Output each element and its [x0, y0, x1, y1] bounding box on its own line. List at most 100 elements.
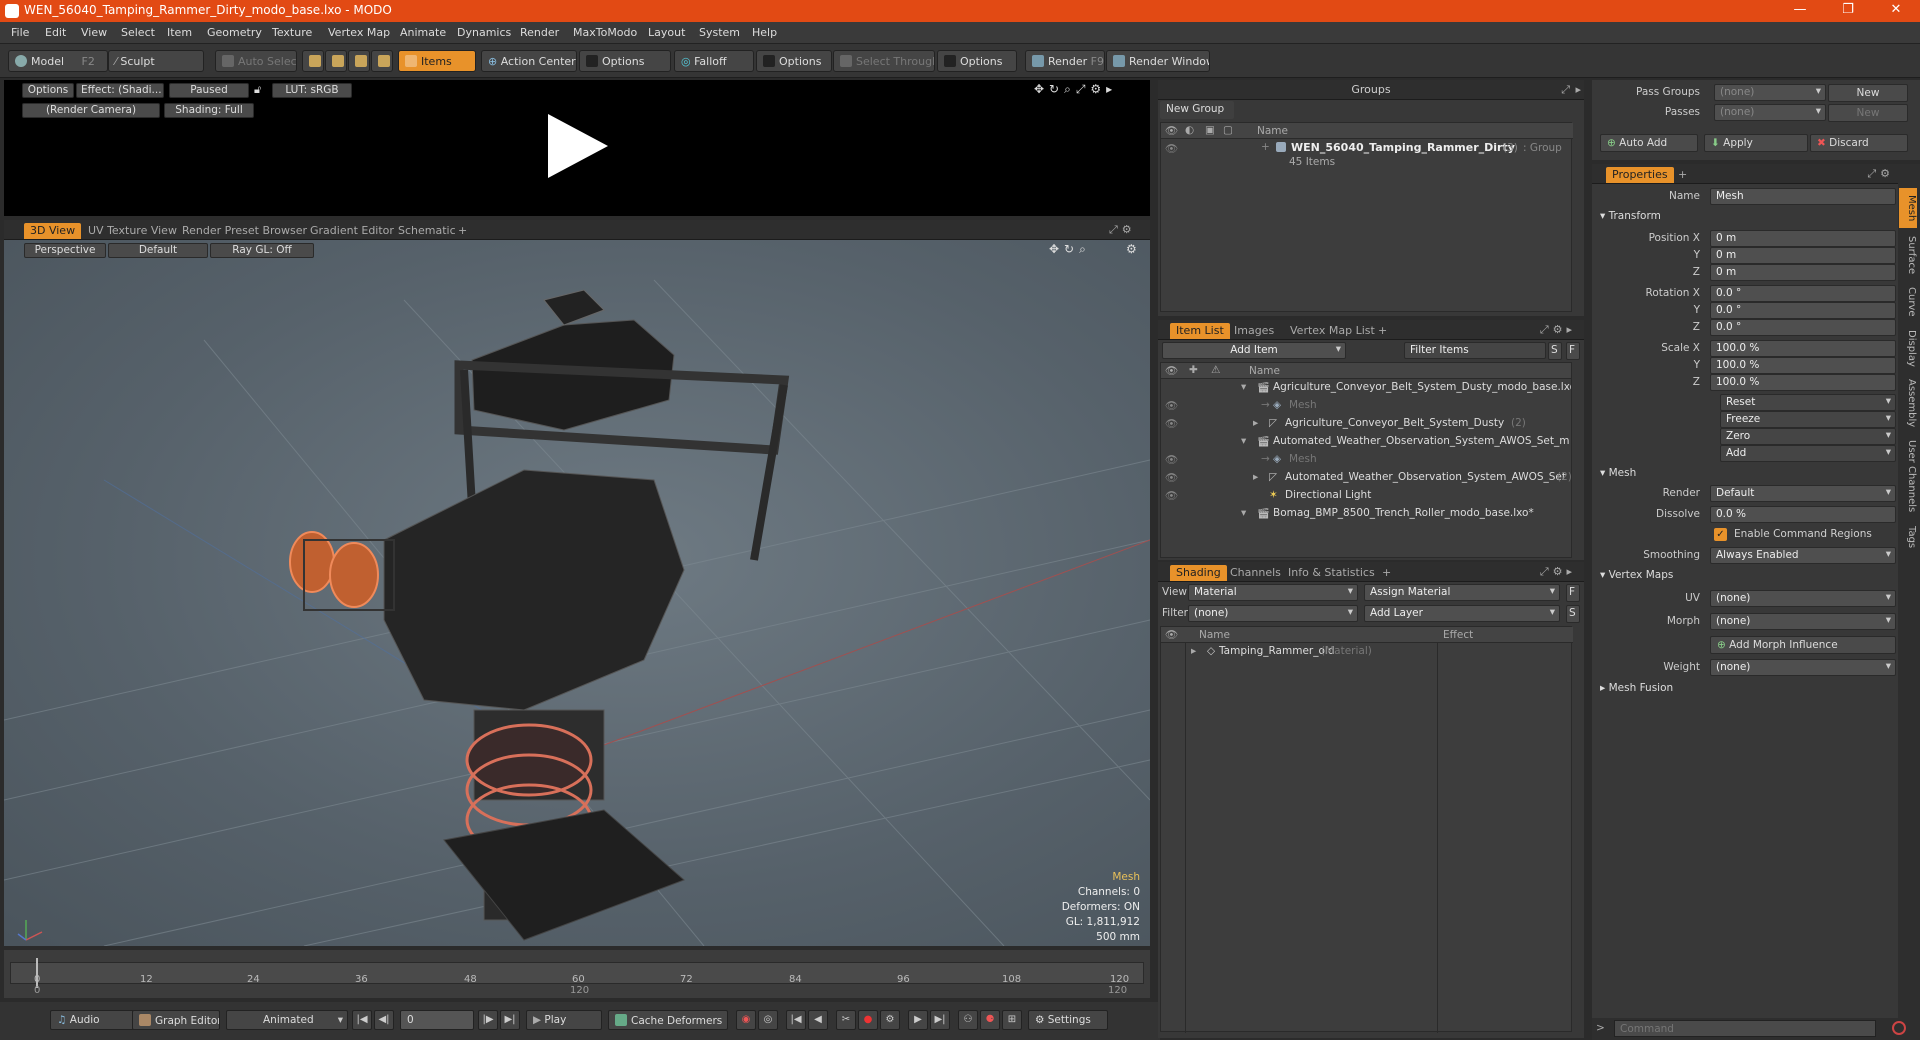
auto-key-icon[interactable]: ◎: [758, 1010, 778, 1030]
vertex-maps-section[interactable]: ▾ Vertex Maps: [1600, 569, 1673, 581]
close-button[interactable]: ✕: [1876, 2, 1916, 17]
render-camera-dropdown[interactable]: (Render Camera): [22, 103, 160, 118]
filter-items-input[interactable]: Filter Items: [1404, 342, 1546, 359]
filter-f-button[interactable]: F: [1566, 342, 1580, 360]
raygl-dropdown[interactable]: Ray GL: Off: [210, 243, 314, 258]
tab-images[interactable]: Images: [1228, 323, 1280, 339]
preview-paused-button[interactable]: Paused: [169, 83, 249, 98]
graph-editor-button[interactable]: Graph Editor: [132, 1010, 220, 1030]
item-row[interactable]: 👁︎ ✶ Directional Light: [1161, 489, 1571, 507]
materials-mode-button[interactable]: [371, 50, 393, 72]
pass-groups-dropdown[interactable]: (none): [1714, 84, 1826, 101]
tab-3d-view[interactable]: 3D View: [24, 223, 82, 239]
side-tab-mesh[interactable]: Mesh: [1899, 188, 1917, 228]
tab-render-preset-browser[interactable]: Render Preset Browser: [176, 223, 313, 239]
rotation-z-input[interactable]: 0.0 °: [1710, 319, 1896, 336]
command-input[interactable]: [1614, 1020, 1876, 1037]
side-tab-surface[interactable]: Surface: [1899, 232, 1917, 278]
dissolve-input[interactable]: 0.0 %: [1710, 506, 1896, 523]
next-key-icon[interactable]: ▶: [908, 1010, 928, 1030]
freeze-dropdown[interactable]: Freeze: [1720, 411, 1896, 428]
minimize-button[interactable]: —: [1780, 2, 1820, 17]
assign-material-dropdown[interactable]: Assign Material: [1364, 584, 1560, 601]
item-list-tools-icons[interactable]: ⤢⚙▸: [1540, 323, 1576, 337]
lock-icon[interactable]: 🔓︎: [254, 83, 268, 97]
filter-dropdown[interactable]: (none): [1188, 605, 1358, 622]
frame-input[interactable]: 0: [400, 1010, 474, 1030]
expand-icon[interactable]: ▸: [1191, 645, 1196, 657]
weight-dropdown[interactable]: (none): [1710, 659, 1896, 676]
add-morph-influence-button[interactable]: ⊕ Add Morph Influence: [1710, 636, 1896, 654]
material-row[interactable]: ▸ ◇ Tamping_Rammer_old (Material): [1161, 645, 1571, 663]
lock-keys-icon[interactable]: ⊞: [1002, 1010, 1022, 1030]
menu-layout[interactable]: Layout: [648, 26, 685, 39]
skip-end-icon[interactable]: ▶|: [500, 1010, 520, 1030]
menu-help[interactable]: Help: [752, 26, 777, 39]
smoothing-dropdown[interactable]: Always Enabled: [1710, 547, 1896, 564]
play-preview-icon[interactable]: [544, 110, 612, 182]
menu-item[interactable]: Item: [167, 26, 192, 39]
discard-button[interactable]: ✖ Discard: [1810, 134, 1908, 152]
tab-gradient-editor[interactable]: Gradient Editor: [304, 223, 400, 239]
step-forward-icon[interactable]: |▶: [478, 1010, 498, 1030]
key-options-icon[interactable]: ⚙: [880, 1010, 900, 1030]
tab-info-statistics[interactable]: Info & Statistics: [1282, 565, 1381, 581]
select-through-button[interactable]: Select Through: [833, 50, 935, 72]
falloff-options-button[interactable]: Options: [756, 50, 832, 72]
expand-icon[interactable]: +: [1261, 141, 1270, 153]
tab-item-list[interactable]: Item List: [1170, 323, 1230, 339]
viewport-nav-icons[interactable]: ✥↻⌕: [1049, 242, 1091, 257]
maximize-button[interactable]: ❐: [1828, 2, 1868, 17]
item-row[interactable]: 👁︎ → ◈ Mesh: [1161, 399, 1571, 417]
expand-icon[interactable]: ▸: [1253, 417, 1258, 429]
preview-nav-icons[interactable]: ✥↻⌕⤢⚙▸: [1034, 82, 1117, 97]
expand-icon[interactable]: ▸: [1253, 471, 1258, 483]
record-key-icon[interactable]: ◉: [736, 1010, 756, 1030]
tab-properties[interactable]: Properties: [1606, 167, 1674, 183]
step-back-icon[interactable]: ◀|: [374, 1010, 394, 1030]
tab-vertex-map-list[interactable]: Vertex Map List: [1284, 323, 1381, 339]
eye-icon[interactable]: 👁︎: [1165, 399, 1178, 412]
tab-add[interactable]: +: [1372, 323, 1393, 339]
collapse-icon[interactable]: ▾: [1241, 435, 1246, 447]
settings-button[interactable]: ⚙ Settings: [1028, 1010, 1108, 1030]
select-options-button[interactable]: Options: [937, 50, 1017, 72]
item-row[interactable]: 👁︎ ▸ ◸ Automated_Weather_Observation_System…: [1161, 471, 1571, 489]
tab-uv-texture-view[interactable]: UV Texture View: [82, 223, 183, 239]
render-button[interactable]: Render F9: [1025, 50, 1105, 72]
key-filter-icon[interactable]: ✂: [836, 1010, 856, 1030]
eye-icon[interactable]: 👁︎: [1165, 489, 1178, 502]
shading-tools-icons[interactable]: ⤢⚙▸: [1540, 565, 1576, 579]
side-tab-assembly[interactable]: Assembly: [1899, 376, 1917, 430]
action-center-button[interactable]: ⊕ Action Center: [481, 50, 577, 72]
viewport-tab-tools-icons[interactable]: ⤢⚙: [1109, 223, 1136, 237]
zero-dropdown[interactable]: Zero: [1720, 428, 1896, 445]
side-tab-tags[interactable]: Tags: [1899, 522, 1917, 552]
apply-button[interactable]: ⬇ Apply: [1704, 134, 1808, 152]
menu-edit[interactable]: Edit: [45, 26, 66, 39]
name-input[interactable]: Mesh: [1710, 188, 1896, 205]
side-tab-curve[interactable]: Curve: [1899, 284, 1917, 320]
eye-icon[interactable]: 👁︎: [1165, 417, 1178, 430]
mesh-fusion-section[interactable]: ▸ Mesh Fusion: [1600, 682, 1673, 694]
command-stop-icon[interactable]: [1892, 1021, 1906, 1035]
properties-tools-icons[interactable]: ⤢⚙: [1867, 167, 1894, 181]
ik-record-icon[interactable]: ⚈: [980, 1010, 1000, 1030]
position-z-input[interactable]: 0 m: [1710, 264, 1896, 281]
group-row[interactable]: 👁︎ + WEN_56040_Tamping_Rammer_Dirty (3) …: [1161, 140, 1573, 172]
menu-system[interactable]: System: [699, 26, 740, 39]
prev-key-icon[interactable]: |◀: [786, 1010, 806, 1030]
preview-options-button[interactable]: Options: [22, 83, 74, 98]
tab-channels[interactable]: Channels: [1224, 565, 1287, 581]
scale-y-input[interactable]: 100.0 %: [1710, 357, 1896, 374]
scale-x-input[interactable]: 100.0 %: [1710, 340, 1896, 357]
position-x-input[interactable]: 0 m: [1710, 230, 1896, 247]
auto-select-button[interactable]: Auto Select: [215, 50, 297, 72]
menu-render[interactable]: Render: [520, 26, 559, 39]
reset-dropdown[interactable]: Reset: [1720, 394, 1896, 411]
shading-dropdown[interactable]: Shading: Full: [164, 103, 254, 118]
sculpt-mode-button[interactable]: ⁄ Sculpt: [108, 50, 204, 72]
new-pass-button[interactable]: New: [1828, 104, 1908, 122]
menu-file[interactable]: File: [11, 26, 29, 39]
view-dropdown[interactable]: Material: [1188, 584, 1358, 601]
